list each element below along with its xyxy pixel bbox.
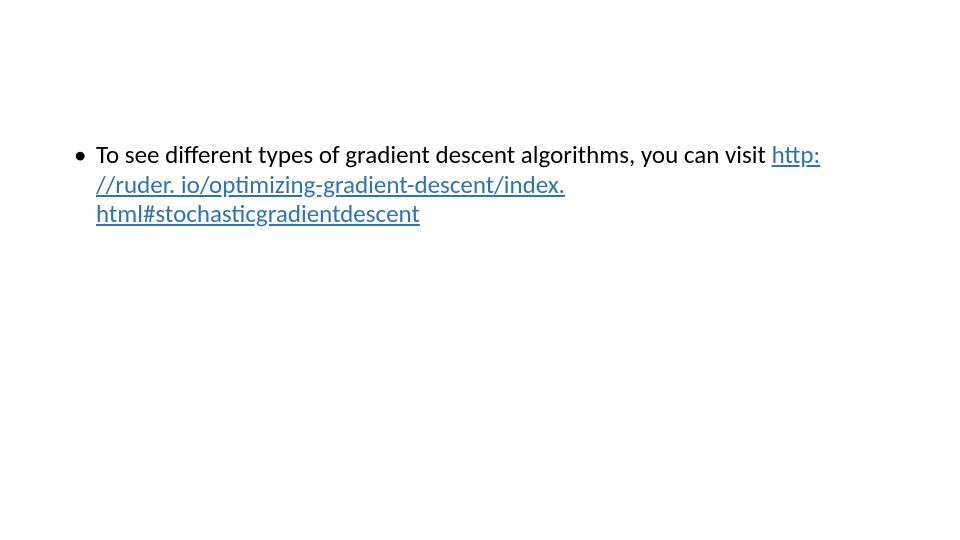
bullet-text: To see different types of gradient desce… (96, 139, 772, 170)
bullet-list: To see different types of gradient desce… (70, 140, 890, 229)
bullet-item: To see different types of gradient desce… (70, 140, 890, 229)
content-area: To see different types of gradient desce… (70, 140, 890, 229)
slide: To see different types of gradient desce… (0, 0, 960, 540)
